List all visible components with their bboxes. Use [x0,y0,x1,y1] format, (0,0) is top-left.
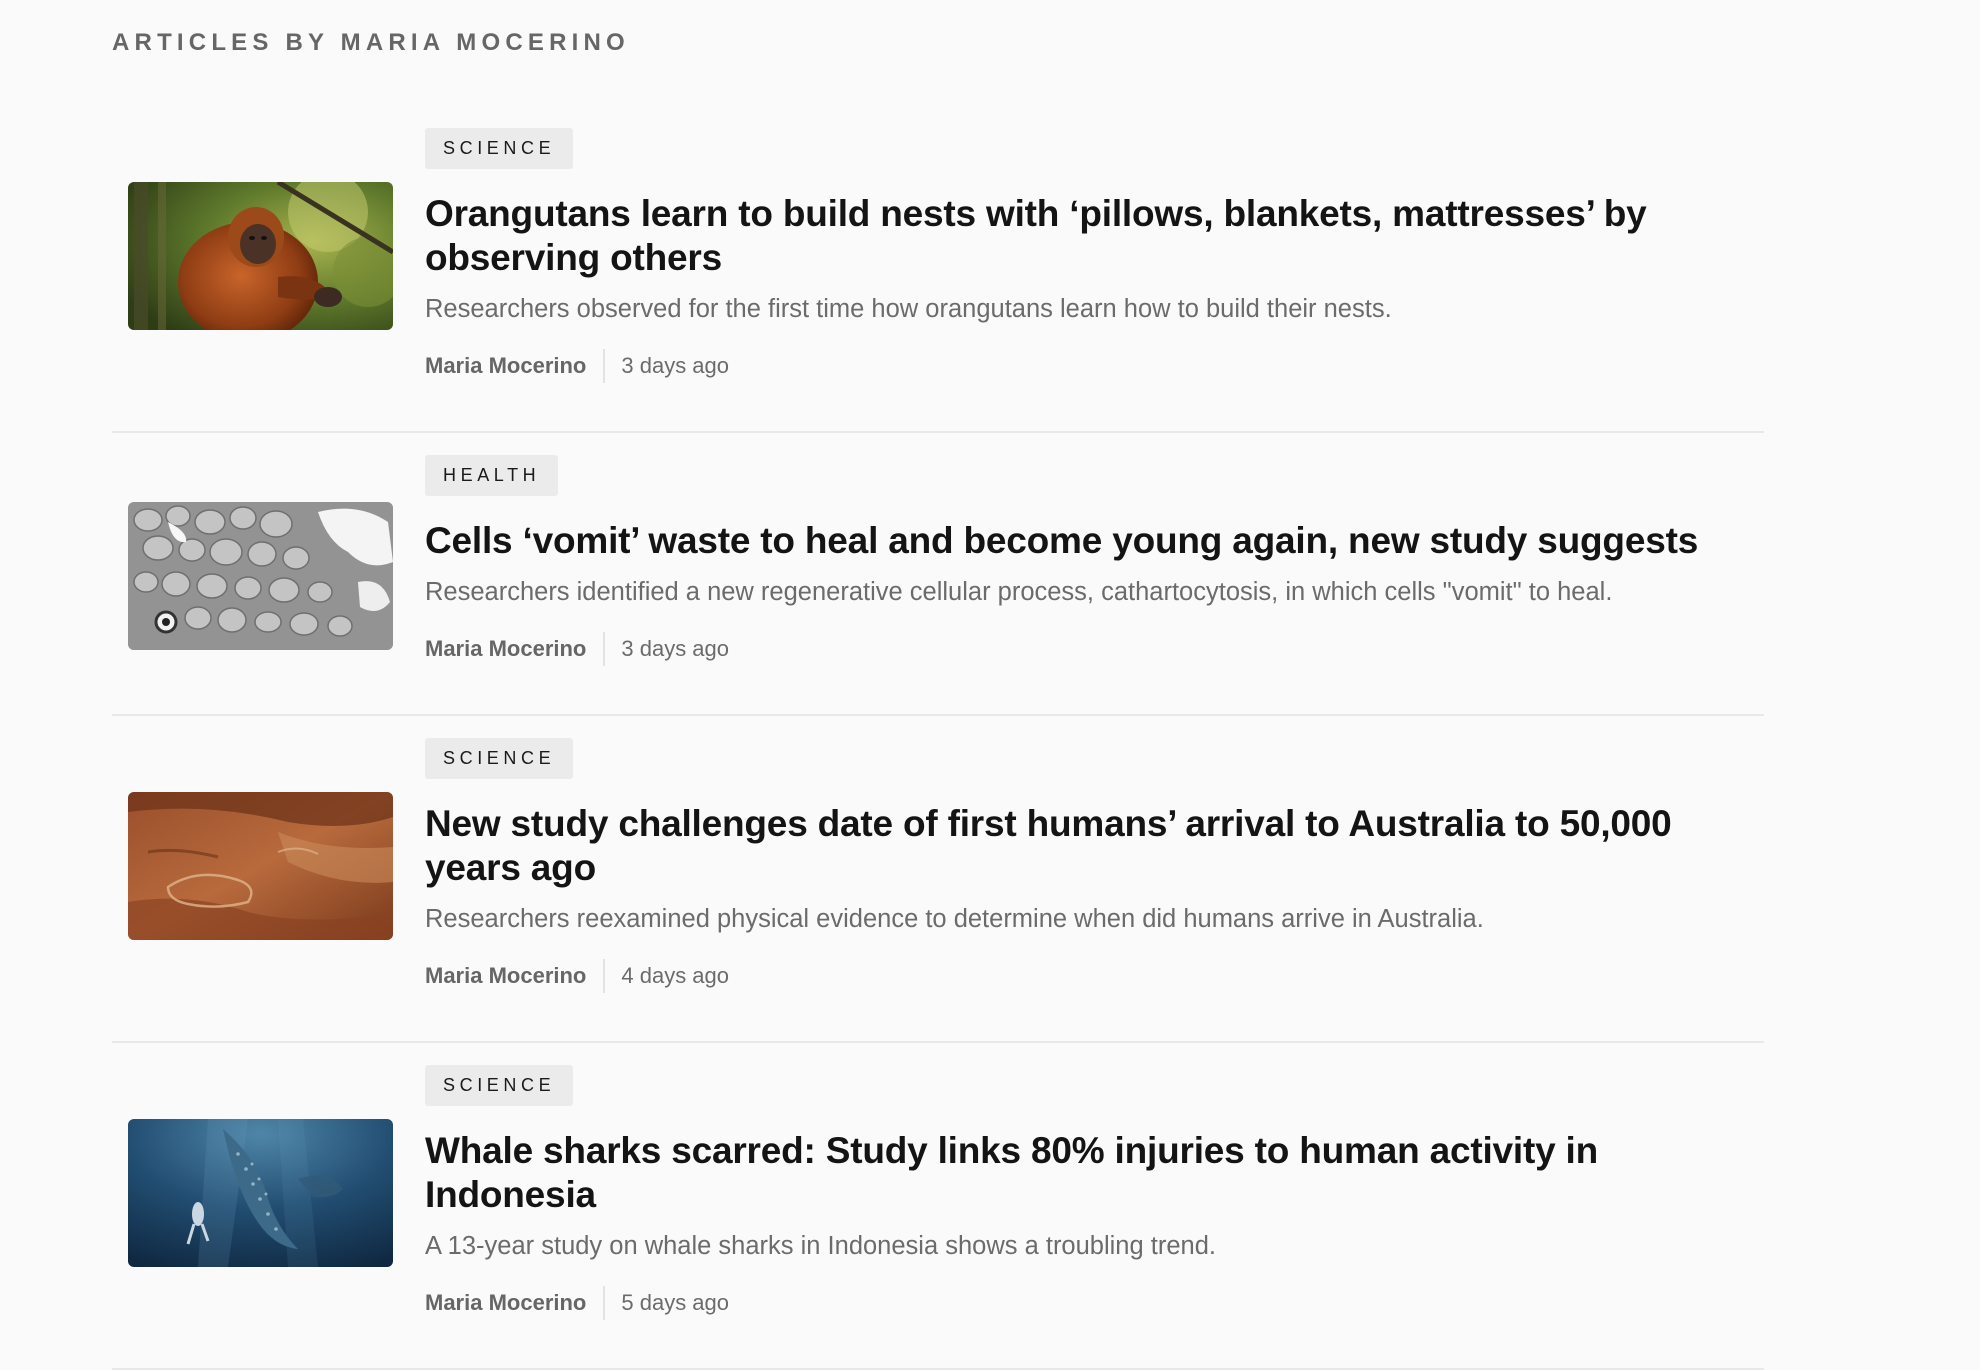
article-title[interactable]: Cells ‘vomit’ waste to heal and become y… [425,519,1754,563]
meta-divider [603,632,606,666]
published-time: 3 days ago [621,636,730,661]
article-meta: Maria Mocerino 4 days ago [425,959,1754,993]
article-meta: Maria Mocerino 3 days ago [425,632,1754,666]
article-excerpt: Researchers observed for the first time … [425,295,1392,323]
meta-divider [603,1286,606,1320]
article-title[interactable]: New study challenges date of first human… [425,802,1754,890]
author-page: ARTICLES BY MARIA MOCERINO SCIENCE Orang… [112,0,1764,1370]
category-tag[interactable]: SCIENCE [425,1065,574,1106]
article-card: SCIENCE Whale sharks scarred: Study link… [112,1043,1764,1370]
article-content: HEALTH Cells ‘vomit’ waste to heal and b… [425,455,1754,666]
article-card: SCIENCE New study challenges date of fir… [112,716,1764,1043]
cell-micrograph-image [128,502,393,650]
published-time: 5 days ago [621,1290,730,1315]
article-card: HEALTH Cells ‘vomit’ waste to heal and b… [112,433,1764,716]
article-content: SCIENCE Whale sharks scarred: Study link… [425,1065,1754,1320]
article-thumbnail-rock-art[interactable] [128,792,393,940]
section-heading: ARTICLES BY MARIA MOCERINO [112,29,630,56]
article-thumbnail-orangutan[interactable] [128,182,393,330]
published-time: 4 days ago [621,963,730,988]
article-content: SCIENCE Orangutans learn to build nests … [425,128,1754,383]
article-content: SCIENCE New study challenges date of fir… [425,738,1754,993]
article-meta: Maria Mocerino 5 days ago [425,1286,1754,1320]
article-excerpt: Researchers reexamined physical evidence… [425,905,1484,933]
whale-shark-image [128,1119,393,1267]
article-excerpt: Researchers identified a new regenerativ… [425,578,1613,606]
category-tag[interactable]: HEALTH [425,455,559,496]
orangutan-image [128,182,393,330]
article-excerpt: A 13-year study on whale sharks in Indon… [425,1232,1216,1260]
article-list: SCIENCE Orangutans learn to build nests … [112,106,1764,1370]
author-link[interactable]: Maria Mocerino [425,1290,586,1316]
article-meta: Maria Mocerino 3 days ago [425,349,1754,383]
meta-divider [603,959,606,993]
category-tag[interactable]: SCIENCE [425,738,574,779]
article-thumbnail-whale-shark[interactable] [128,1119,393,1267]
article-card: SCIENCE Orangutans learn to build nests … [112,106,1764,433]
category-tag[interactable]: SCIENCE [425,128,574,169]
author-link[interactable]: Maria Mocerino [425,963,586,989]
article-title[interactable]: Orangutans learn to build nests with ‘pi… [425,192,1754,280]
published-time: 3 days ago [621,353,730,378]
article-thumbnail-cells[interactable] [128,502,393,650]
author-link[interactable]: Maria Mocerino [425,353,586,379]
rock-art-image [128,792,393,940]
meta-divider [603,349,606,383]
author-link[interactable]: Maria Mocerino [425,636,586,662]
article-title[interactable]: Whale sharks scarred: Study links 80% in… [425,1129,1754,1217]
